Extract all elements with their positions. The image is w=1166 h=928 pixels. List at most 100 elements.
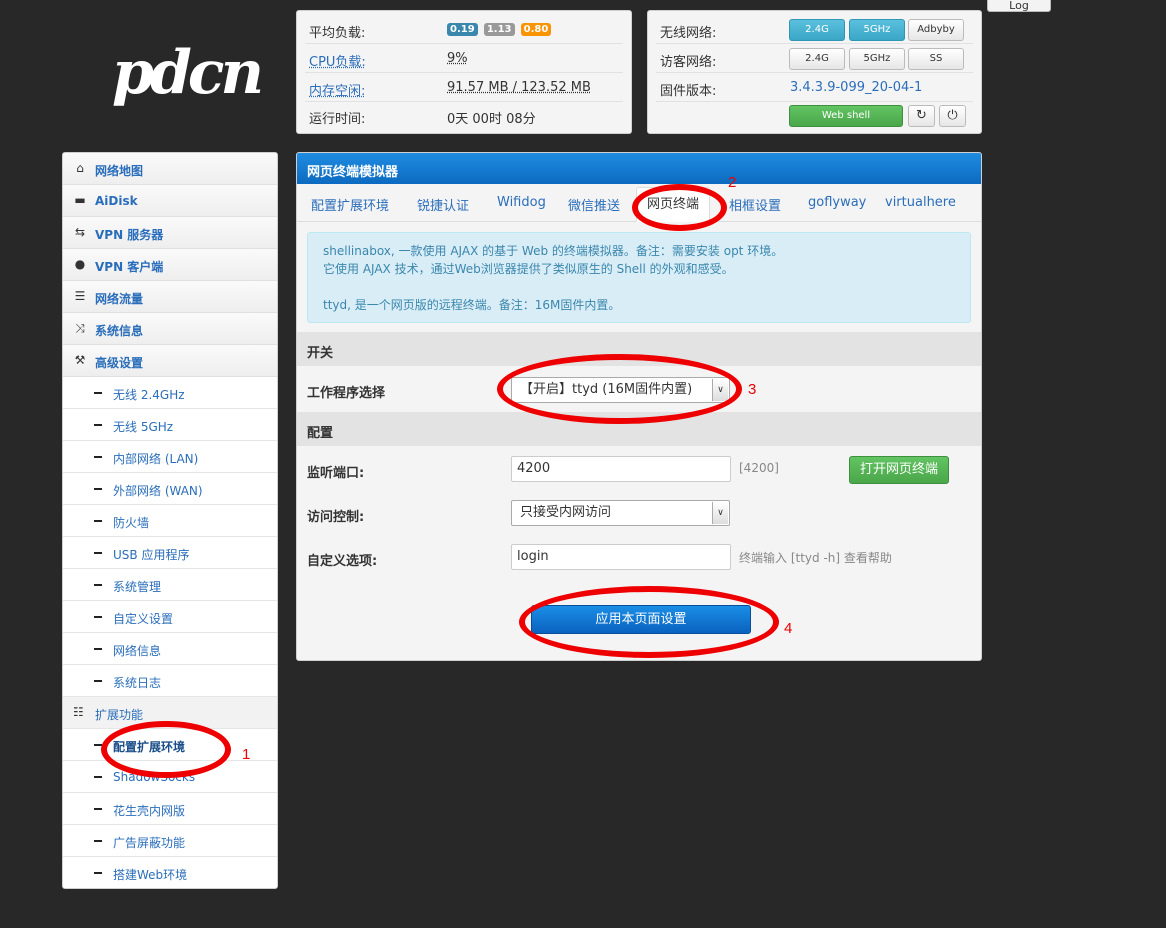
load-badge-5: 1.13 [483, 23, 515, 36]
custom-options-label: 自定义选项: [307, 554, 378, 569]
dash-icon [94, 648, 102, 650]
home-icon: ⌂ [76, 161, 84, 175]
sidebar-subitem[interactable]: 无线 2.4GHz [63, 377, 277, 409]
load-average-row: 平均负载: 0.19 1.13 0.80 [305, 15, 623, 44]
port-label: 监听端口: [307, 466, 365, 481]
sidebar-subitem-label: USB 应用程序 [113, 548, 190, 562]
tab-ext-env[interactable]: 配置扩展环境 [311, 195, 389, 214]
memory-free-link[interactable]: 内存空闲: [309, 80, 365, 99]
annotation-ring-3 [497, 354, 742, 424]
sidebar: ⌂ 网络地图 ▬ AiDisk ⇆ VPN 服务器 ● VPN 客户端 ☰ 网络… [62, 152, 278, 889]
dash-icon [94, 456, 102, 458]
load-badge-15: 0.80 [520, 23, 552, 36]
section-switch-title: 开关 [307, 346, 334, 361]
tab-wechat-push[interactable]: 微信推送 [568, 195, 620, 214]
sidebar-item-label: 网络流量 [95, 292, 144, 306]
sidebar-item-system-info[interactable]: ⤨ 系统信息 [63, 313, 277, 345]
sidebar-subitem[interactable]: 广告屏蔽功能 [63, 825, 277, 857]
dash-icon [94, 616, 102, 618]
wireless-24g-button[interactable]: 2.4G [789, 19, 845, 41]
dash-icon [94, 776, 102, 778]
access-select-value: 只接受内网访问 [520, 505, 612, 520]
sidebar-item-network-map[interactable]: ⌂ 网络地图 [63, 153, 277, 185]
open-terminal-button[interactable]: 打开网页终端 [849, 456, 949, 484]
sidebar-item-label: 网络地图 [95, 164, 144, 178]
tab-ruijie[interactable]: 锐捷认证 [417, 195, 469, 214]
guest-5g-button[interactable]: 5GHz [849, 48, 905, 70]
shell-row: Web shell ↻ ⏻ [656, 101, 973, 129]
dash-icon [94, 552, 102, 554]
sidebar-item-label: VPN 客户端 [95, 260, 164, 274]
refresh-icon[interactable]: ↻ [908, 105, 935, 127]
tab-goflyway[interactable]: goflyway [808, 195, 866, 210]
guest-row: 访客网络: 2.4G 5GHz SS [656, 44, 973, 73]
sidebar-item-label: 扩展功能 [95, 708, 144, 722]
annotation-number-4: 4 [784, 620, 793, 637]
sidebar-subitem[interactable]: 网络信息 [63, 633, 277, 665]
tab-photo-frame[interactable]: 相框设置 [729, 195, 781, 214]
logo: pdcn [112, 38, 264, 108]
sidebar-item-traffic[interactable]: ☰ 网络流量 [63, 281, 277, 313]
guest-label: 访客网络: [660, 55, 717, 70]
guest-24g-button[interactable]: 2.4G [789, 48, 845, 70]
sidebar-item-aidisk[interactable]: ▬ AiDisk [63, 185, 277, 217]
port-hint: [4200] [739, 461, 779, 475]
sidebar-subitem[interactable]: 系统日志 [63, 665, 277, 697]
web-shell-button[interactable]: Web shell [789, 105, 903, 127]
cpu-load-link[interactable]: CPU负载: [309, 51, 366, 70]
page-title: 网页终端模拟器 [307, 165, 399, 180]
sidebar-subitem-label: 外部网络 (WAN) [113, 484, 203, 498]
sidebar-item-advanced[interactable]: ⚒ 高级设置 [63, 345, 277, 377]
hdd-icon: ☰ [74, 289, 86, 303]
load-badge-1: 0.19 [447, 23, 478, 36]
dash-icon [94, 680, 102, 682]
firmware-version-link[interactable]: 3.4.3.9-099_20-04-1 [790, 80, 922, 95]
program-label: 工作程序选择 [307, 386, 386, 401]
uptime-value: 0天 00时 08分 [447, 112, 536, 127]
firmware-row: 固件版本: 3.4.3.9-099_20-04-1 [656, 73, 973, 102]
annotation-ring-4 [519, 586, 779, 658]
adbyby-button[interactable]: Adbyby [908, 19, 964, 41]
custom-options-input[interactable]: login [511, 544, 731, 570]
random-icon: ⤨ [75, 321, 85, 335]
sidebar-subitem[interactable]: 无线 5GHz [63, 409, 277, 441]
ss-button[interactable]: SS [908, 48, 964, 70]
sidebar-subitem[interactable]: 搭建Web环境 [63, 857, 277, 888]
sidebar-item-label: AiDisk [95, 194, 138, 208]
log-button[interactable]: Log [987, 0, 1051, 12]
sidebar-subitem[interactable]: 花生壳内网版 [63, 793, 277, 825]
sidebar-subitem[interactable]: USB 应用程序 [63, 537, 277, 569]
info-line-3: ttyd, 是一个网页版的远程终端。备注：16M固件内置。 [323, 298, 621, 312]
memory-row: 内存空闲: 91.57 MB / 123.52 MB [305, 73, 623, 102]
power-icon[interactable]: ⏻ [939, 105, 966, 127]
annotation-number-1: 1 [242, 746, 251, 763]
sidebar-subitem[interactable]: 外部网络 (WAN) [63, 473, 277, 505]
load-badges: 0.19 1.13 0.80 [447, 21, 553, 36]
access-select[interactable]: 只接受内网访问 ∨ [511, 500, 730, 526]
sidebar-subitem[interactable]: 自定义设置 [63, 601, 277, 633]
globe-icon: ● [74, 257, 86, 271]
port-input[interactable]: 4200 [511, 456, 731, 482]
sidebar-item-label: 系统信息 [95, 324, 144, 338]
sidebar-subitem-label: 网络信息 [113, 644, 162, 658]
section-config-title: 配置 [307, 426, 334, 441]
wireless-label: 无线网络: [660, 26, 717, 41]
tab-virtualhere[interactable]: virtualhere [885, 195, 956, 210]
wireless-5g-button[interactable]: 5GHz [849, 19, 905, 41]
network-status-panel: 无线网络: 2.4G 5GHz Adbyby 访客网络: 2.4G 5GHz S… [647, 10, 982, 134]
sidebar-subitem[interactable]: 内部网络 (LAN) [63, 441, 277, 473]
wireless-row: 无线网络: 2.4G 5GHz Adbyby [656, 15, 973, 44]
uptime-label: 运行时间: [309, 112, 366, 127]
tab-wifidog[interactable]: Wifidog [497, 195, 546, 210]
sidebar-subitem-label: 广告屏蔽功能 [113, 836, 186, 850]
sidebar-subitem-label: 系统管理 [113, 580, 162, 594]
sidebar-subitem[interactable]: 防火墙 [63, 505, 277, 537]
sidebar-item-vpn-server[interactable]: ⇆ VPN 服务器 [63, 217, 277, 249]
cpu-load-value: 9% [447, 51, 468, 66]
info-line-2: 它使用 AJAX 技术，通过Web浏览器提供了类似原生的 Shell 的外观和感… [323, 262, 734, 276]
sidebar-subitem[interactable]: 系统管理 [63, 569, 277, 601]
sidebar-subitem-label: 防火墙 [113, 516, 150, 530]
sidebar-item-vpn-client[interactable]: ● VPN 客户端 [63, 249, 277, 281]
disk-icon: ▬ [74, 193, 86, 207]
load-average-label: 平均负载: [309, 26, 366, 41]
